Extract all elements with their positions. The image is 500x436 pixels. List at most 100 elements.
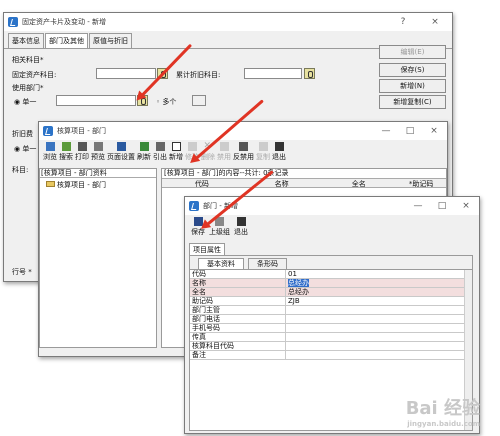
name-value-selected[interactable]: 总经办 (288, 279, 309, 287)
tb-search[interactable]: 搜索 (59, 142, 73, 162)
copy-icon (258, 142, 268, 151)
title-bar: 固定资产卡片及变动 - 新增 ? × (4, 13, 452, 31)
dep-account-lookup-icon[interactable] (304, 68, 315, 79)
tb-exit-label: 退出 (272, 153, 286, 161)
exit-icon (274, 142, 284, 151)
close-button-3[interactable]: × (455, 197, 477, 215)
grid-row[interactable]: 部门主管 (190, 306, 472, 315)
radio-multi[interactable]: ◦ 多个 (156, 97, 176, 107)
tab-depreciation[interactable]: 原值与折旧 (89, 33, 132, 48)
refresh-icon (139, 142, 149, 151)
list-columns: 代码 名称 全名 *助记码 (162, 178, 446, 188)
toolbar-2: 浏览 搜索 打印 预览 页面设置 刷新 引出 新增 修改 ✕删除 禁用 反禁用 … (43, 142, 288, 162)
row-key: 部门主管 (190, 306, 286, 314)
tab-basic-info[interactable]: 基本信息 (8, 33, 44, 48)
export-icon (155, 142, 165, 151)
tab-dept-other[interactable]: 部门及其他 (45, 33, 88, 48)
tb-export[interactable]: 引出 (153, 142, 167, 162)
new-copy-button[interactable]: 新增复制(C) (379, 95, 446, 109)
grid-row[interactable]: 全名 总经办 (190, 288, 472, 297)
grid-row[interactable]: 名称 总经办 (190, 279, 472, 288)
row-value: 总经办 (286, 279, 472, 287)
multi-button[interactable] (192, 95, 206, 106)
tb-print[interactable]: 打印 (75, 142, 89, 162)
grid-row[interactable]: 传真 (190, 333, 472, 342)
tb-page-setup[interactable]: 页面设置 (107, 142, 135, 162)
tb-new-label: 新增 (169, 153, 183, 161)
tb-disable-label: 禁用 (217, 153, 231, 161)
tb-copy-label: 复制 (256, 153, 270, 161)
row-value: ZJB (288, 297, 300, 305)
col-mnemonic[interactable]: *助记码 (396, 179, 446, 188)
tb-disable[interactable]: 禁用 (217, 142, 231, 162)
tb-new[interactable]: 新增 (169, 142, 183, 162)
tb-refresh-label: 刷新 (137, 153, 151, 161)
exit-icon-3 (236, 217, 246, 226)
save-button[interactable]: 保存(S) (379, 63, 446, 77)
tb-exit[interactable]: 退出 (272, 142, 286, 162)
app-icon-3 (189, 201, 199, 211)
row-key: 核算科目代码 (190, 342, 286, 350)
fa-account-input[interactable] (96, 68, 156, 79)
radio-single[interactable]: ◉ 单一 (14, 97, 36, 107)
tree-root-label: 核算项目 - 部门 (57, 181, 106, 189)
tb-preview[interactable]: 预览 (91, 142, 105, 162)
window-title-2: 核算项目 - 部门 (57, 127, 106, 135)
dept-input[interactable] (56, 95, 136, 106)
tb3-exit[interactable]: 退出 (234, 217, 248, 237)
fa-account-label: 固定资产科目: (12, 71, 57, 79)
grid-row[interactable]: 助记码 ZJB (190, 297, 472, 306)
grid-row[interactable]: 代码 01 (190, 270, 472, 279)
grid-row[interactable]: 核算科目代码 (190, 342, 472, 351)
subtab-barcode[interactable]: 条形码 (248, 258, 287, 269)
tb-browse[interactable]: 浏览 (43, 142, 57, 162)
grid-row[interactable]: 备注 (190, 351, 472, 360)
tb-refresh[interactable]: 刷新 (137, 142, 151, 162)
edit-button[interactable]: 编辑(E) (379, 45, 446, 59)
radio-single-2-label: 单一 (22, 145, 37, 153)
grid-row[interactable]: 部门电话 (190, 315, 472, 324)
col-fullname[interactable]: 全名 (321, 179, 396, 188)
row-key: 代码 (190, 270, 286, 278)
row-value: 总经办 (288, 288, 309, 296)
close-button-2[interactable]: × (423, 122, 445, 140)
section-depreciation: 折旧费 (12, 130, 33, 138)
row-key: 名称 (190, 279, 286, 287)
grid-row[interactable]: 手机号码 (190, 324, 472, 333)
section-related-accounts: 相关科目* (12, 56, 44, 64)
col-code[interactable]: 代码 (162, 179, 242, 188)
row-value (286, 324, 472, 332)
tb-browse-label: 浏览 (43, 153, 57, 161)
radio-single-2[interactable]: ◉ 单一 (14, 144, 36, 154)
new-doc-icon (171, 142, 181, 151)
tb-enable[interactable]: 反禁用 (233, 142, 254, 162)
row-value: 01 (288, 270, 297, 278)
app-icon-2 (43, 126, 53, 136)
dep-account-input[interactable] (244, 68, 302, 79)
subtab-basic[interactable]: 基本资料 (198, 258, 244, 269)
maximize-button-2[interactable]: □ (399, 122, 421, 140)
maximize-button-3[interactable]: □ (431, 197, 453, 215)
watermark: Bai 经验 jingyan.baidu.com (406, 394, 480, 428)
row-number-label: 行号 * (12, 268, 32, 276)
window-title: 固定资产卡片及变动 - 新增 (22, 18, 106, 26)
browse-icon (45, 142, 55, 151)
page-setup-icon (116, 142, 126, 151)
row-value (286, 333, 472, 341)
tree-header: [核算项目 - 部门资料 (40, 169, 156, 178)
row-key: 备注 (190, 351, 286, 359)
row-value (286, 315, 472, 323)
minimize-button-2[interactable]: — (375, 122, 397, 140)
title-bar-2: 核算项目 - 部门 — □ × (39, 122, 447, 140)
close-button[interactable]: × (424, 13, 446, 31)
tb3-parent-group-label: 上级组 (209, 228, 230, 236)
tree-root[interactable]: 核算项目 - 部门 (40, 178, 156, 190)
list-header: [核算项目 - 部门]的内容--共计: 0条记录 (164, 169, 289, 177)
minimize-button-3[interactable]: — (407, 197, 429, 215)
tb-export-label: 引出 (153, 153, 167, 161)
app-icon (8, 17, 18, 27)
tb-copy[interactable]: 复制 (256, 142, 270, 162)
help-button[interactable]: ? (392, 13, 414, 31)
tb3-exit-label: 退出 (234, 228, 248, 236)
new-button[interactable]: 新增(N) (379, 79, 446, 93)
